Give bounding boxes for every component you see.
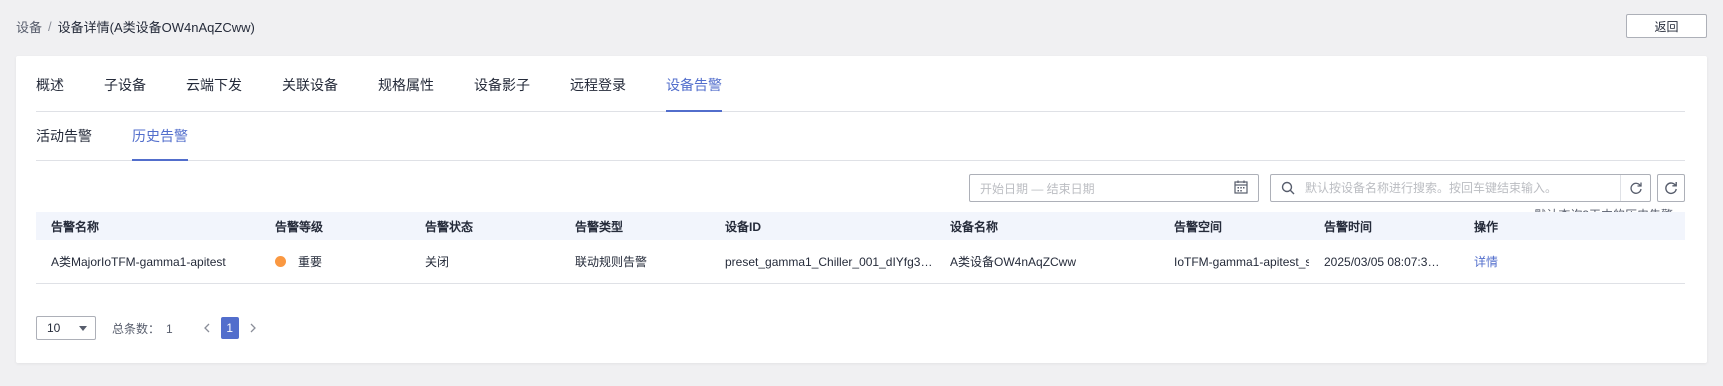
subtab-history-alarms[interactable]: 历史告警 [132,111,188,161]
prev-page-chevron-left-icon[interactable] [199,323,215,333]
alarm-name-cell: A类MajorIoTFM-gamma1-apitest [51,255,226,269]
tab-cloud-delivery[interactable]: 云端下发 [186,55,242,111]
alarm-space-cell: IoTFM-gamma1-apitest_space [1174,254,1309,269]
date-range-placeholder: 开始日期 — 结束日期 [980,181,1095,196]
breadcrumb-current: 设备详情(A类设备OW4nAqZCww) [57,19,255,35]
pagination: 10 总条数： 1 1 [36,316,261,340]
search-box [1270,174,1651,202]
alarm-type-cell: 联动规则告警 [575,255,648,269]
tab-sub-devices[interactable]: 子设备 [104,55,146,111]
column-header: 告警类型 [575,219,624,234]
level-major-dot-icon [275,256,286,267]
tab-remote-login[interactable]: 远程登录 [570,55,626,111]
caret-down-icon [79,325,87,331]
main-tabs: 概述 子设备 云端下发 关联设备 规格属性 设备影子 远程登录 设备告警 [36,56,1685,112]
column-header: 告警时间 [1324,219,1373,234]
column-header: 告警状态 [425,219,474,234]
device-name-cell: A类设备OW4nAqZCww [950,255,1077,269]
tab-device-alarms[interactable]: 设备告警 [666,55,722,112]
date-range-picker[interactable]: 开始日期 — 结束日期 [969,174,1259,202]
refresh-icon [1665,182,1677,195]
alarm-level-cell: 重要 [260,253,410,270]
column-header: 告警等级 [275,219,324,234]
details-link[interactable]: 详情 [1474,255,1498,269]
breadcrumb-devices-link[interactable]: 设备 [16,17,42,36]
alarm-table: 告警名称 告警等级 告警状态 告警类型 设备ID 设备名称 告警空间 告警时间 … [36,212,1685,284]
column-header: 告警空间 [1174,219,1223,234]
top-bar: 设备 / 设备详情(A类设备OW4nAqZCww) 返回 [0,0,1723,56]
action-cell: 详情 [1459,253,1685,270]
back-button[interactable]: 返回 [1626,14,1707,38]
tab-linked-devices[interactable]: 关联设备 [282,55,338,111]
alarm-status-cell: 关闭 [425,255,450,269]
device-id-cell: preset_gamma1_Chiller_001_dIYfg3mbJAnVfX… [725,254,935,269]
alarm-subtabs: 活动告警 历史告警 [36,112,1685,161]
search-refresh-icon[interactable] [1620,175,1650,201]
subtab-active-alarms[interactable]: 活动告警 [36,111,92,160]
table-header: 告警名称 告警等级 告警状态 告警类型 设备ID 设备名称 告警空间 告警时间 … [36,212,1685,240]
search-input[interactable] [1305,181,1620,195]
tab-overview[interactable]: 概述 [36,55,64,111]
search-icon [1271,181,1305,195]
total-count: 总条数： 1 [112,320,173,337]
column-header: 告警名称 [51,219,100,234]
breadcrumb-separator: / [48,18,52,34]
page-size-select[interactable]: 10 [36,316,96,340]
column-header: 设备ID [725,219,762,234]
refresh-button[interactable] [1657,174,1685,202]
column-header: 设备名称 [950,219,999,234]
total-value: 1 [166,321,173,336]
tab-spec-properties[interactable]: 规格属性 [378,55,434,111]
alarm-level-text: 重要 [298,255,323,269]
page-number-current[interactable]: 1 [220,317,239,339]
alarm-time-cell: 2025/03/05 08:07:35 GMT+08:00 [1324,254,1459,269]
calendar-icon[interactable] [1234,180,1248,197]
page-size-value: 10 [47,321,61,335]
column-header: 操作 [1474,219,1499,234]
tab-device-shadow[interactable]: 设备影子 [474,55,530,111]
next-page-chevron-right-icon[interactable] [245,323,261,333]
total-label: 总条数： [112,321,161,336]
breadcrumb: 设备 / 设备详情(A类设备OW4nAqZCww) [16,17,255,36]
device-detail-card: 概述 子设备 云端下发 关联设备 规格属性 设备影子 远程登录 设备告警 活动告… [16,56,1707,363]
table-row: A类MajorIoTFM-gamma1-apitest 重要 关闭 联动规则告警… [36,240,1685,284]
